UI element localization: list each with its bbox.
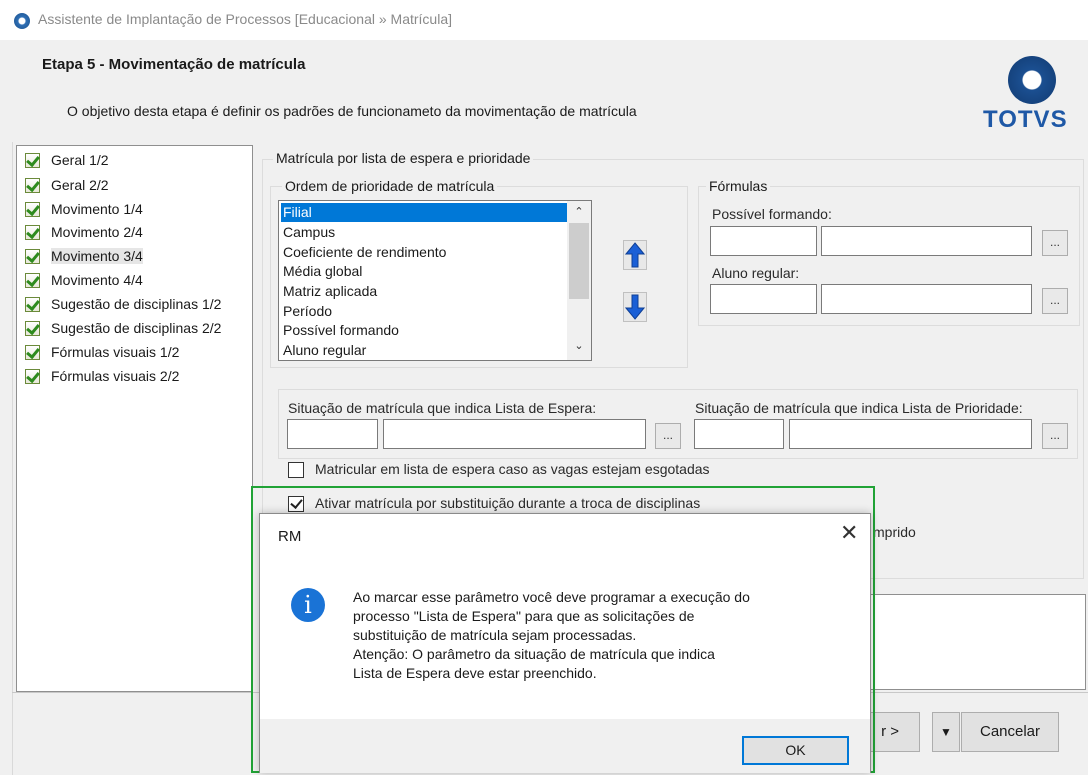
priority-list-scrollbar[interactable]: ⌃ ⌄ (567, 201, 591, 360)
dialog-message: Ao marcar esse parâmetro você deve progr… (353, 588, 853, 683)
situacao-espera-label: Situação de matrícula que indica Lista d… (288, 400, 597, 416)
situacao-espera-lookup-button[interactable]: ... (655, 423, 681, 449)
nav-item-movimento-2[interactable]: Movimento 2/4 (25, 222, 143, 242)
priority-group-title: Ordem de prioridade de matrícula (282, 178, 498, 194)
check-icon (25, 224, 40, 240)
lista-espera-checkbox[interactable] (288, 462, 304, 478)
priority-listbox[interactable]: Filial Campus Coeficiente de rendimento … (278, 200, 592, 361)
aluno-regular-code-input[interactable] (710, 284, 817, 314)
nav-item-formulas-1[interactable]: Fórmulas visuais 1/2 (25, 342, 179, 362)
check-icon (25, 201, 40, 217)
check-icon (25, 272, 40, 288)
check-icon (25, 296, 40, 312)
check-icon (25, 344, 40, 360)
check-icon (25, 152, 40, 168)
nav-item-label: Movimento 1/4 (51, 201, 143, 217)
nav-item-label: Sugestão de disciplinas 1/2 (51, 296, 222, 312)
check-icon (25, 368, 40, 384)
nav-item-geral-1[interactable]: Geral 1/2 (25, 150, 109, 170)
situacao-prioridade-desc-input[interactable] (789, 419, 1032, 449)
situacao-prioridade-label: Situação de matrícula que indica Lista d… (695, 400, 1023, 416)
priority-item-matriz[interactable]: Matriz aplicada (281, 282, 567, 301)
nav-item-label: Fórmulas visuais 2/2 (51, 368, 180, 384)
scroll-thumb[interactable] (569, 223, 589, 299)
nav-item-sugestao-2[interactable]: Sugestão de disciplinas 2/2 (25, 318, 221, 338)
dialog-message-line: processo "Lista de Espera" para que as s… (353, 608, 695, 624)
move-up-button[interactable] (623, 240, 647, 270)
situacao-prioridade-code-input[interactable] (694, 419, 784, 449)
nav-item-label: Geral 1/2 (51, 152, 109, 168)
priority-item-media[interactable]: Média global (281, 262, 567, 281)
aluno-regular-label: Aluno regular: (712, 265, 800, 281)
hidden-option-label-fragment: mprido (873, 524, 916, 540)
ok-button[interactable]: OK (742, 736, 849, 765)
nav-item-movimento-1[interactable]: Movimento 1/4 (25, 199, 143, 219)
nav-item-label: Movimento 2/4 (51, 224, 143, 240)
nav-item-label: Geral 2/2 (51, 177, 109, 193)
situacao-espera-code-input[interactable] (287, 419, 378, 449)
nav-item-geral-2[interactable]: Geral 2/2 (25, 175, 109, 195)
priority-item-possivel-formando[interactable]: Possível formando (281, 321, 567, 340)
dialog-message-line: Atenção: O parâmetro da situação de matr… (353, 646, 715, 662)
step-title: Etapa 5 - Movimentação de matrícula (42, 56, 306, 73)
window-title: Assistente de Implantação de Processos [… (38, 11, 452, 27)
nav-item-label: Movimento 3/4 (51, 248, 143, 264)
close-icon[interactable]: ✕ (840, 520, 858, 546)
formulas-group-title: Fórmulas (706, 178, 771, 194)
priority-item-coeficiente[interactable]: Coeficiente de rendimento (281, 243, 567, 262)
situacao-espera-desc-input[interactable] (383, 419, 646, 449)
nav-item-label: Sugestão de disciplinas 2/2 (51, 320, 222, 336)
cancel-button[interactable]: Cancelar (961, 712, 1059, 752)
nav-item-formulas-2[interactable]: Fórmulas visuais 2/2 (25, 366, 179, 386)
possivel-formando-label: Possível formando: (712, 206, 832, 222)
priority-item-aluno-regular[interactable]: Aluno regular (281, 341, 567, 360)
move-down-button[interactable] (623, 292, 647, 322)
lista-espera-group-title: Matrícula por lista de espera e priorida… (273, 150, 534, 166)
possivel-formando-desc-input[interactable] (821, 226, 1032, 256)
lista-espera-checkbox-label[interactable]: Matricular em lista de espera caso as va… (315, 461, 710, 477)
info-icon: i (291, 588, 325, 622)
step-description: O objetivo desta etapa é definir os padr… (67, 103, 637, 119)
dialog-title: RM (278, 528, 302, 545)
priority-item-filial[interactable]: Filial (281, 203, 567, 222)
possivel-formando-code-input[interactable] (710, 226, 817, 256)
nav-item-movimento-4[interactable]: Movimento 4/4 (25, 270, 143, 290)
check-icon (25, 177, 40, 193)
dialog-message-line: Ao marcar esse parâmetro você deve progr… (353, 589, 750, 605)
totvs-logo-text: TOTVS (983, 106, 1068, 133)
arrow-down-icon (625, 294, 645, 320)
nav-item-sugestao-1[interactable]: Sugestão de disciplinas 1/2 (25, 294, 221, 314)
check-icon (25, 248, 40, 264)
dialog-message-line: Lista de Espera deve estar preenchido. (353, 665, 597, 681)
possivel-formando-lookup-button[interactable]: ... (1042, 230, 1068, 256)
nav-item-label: Movimento 4/4 (51, 272, 143, 288)
priority-item-campus[interactable]: Campus (281, 223, 567, 242)
aluno-regular-desc-input[interactable] (821, 284, 1032, 314)
app-icon (14, 13, 30, 29)
cancel-options-dropdown[interactable]: ▼ (932, 712, 960, 752)
title-bar: Assistente de Implantação de Processos [… (0, 0, 1088, 40)
scroll-up-icon[interactable]: ⌃ (573, 205, 585, 218)
arrow-up-icon (625, 242, 645, 268)
scroll-down-icon[interactable]: ⌄ (573, 339, 585, 352)
rm-message-dialog: RM ✕ i Ao marcar esse parâmetro você dev… (259, 513, 871, 773)
nav-item-movimento-3[interactable]: Movimento 3/4 (25, 246, 143, 266)
priority-item-periodo[interactable]: Período (281, 302, 567, 321)
totvs-logo-icon (1008, 56, 1056, 104)
nav-item-label: Fórmulas visuais 1/2 (51, 344, 180, 360)
aluno-regular-lookup-button[interactable]: ... (1042, 288, 1068, 314)
check-icon (25, 320, 40, 336)
situacao-prioridade-lookup-button[interactable]: ... (1042, 423, 1068, 449)
steps-nav-panel: Geral 1/2 Geral 2/2 Movimento 1/4 Movime… (16, 145, 253, 692)
dialog-message-line: substituição de matrícula sejam processa… (353, 627, 637, 643)
